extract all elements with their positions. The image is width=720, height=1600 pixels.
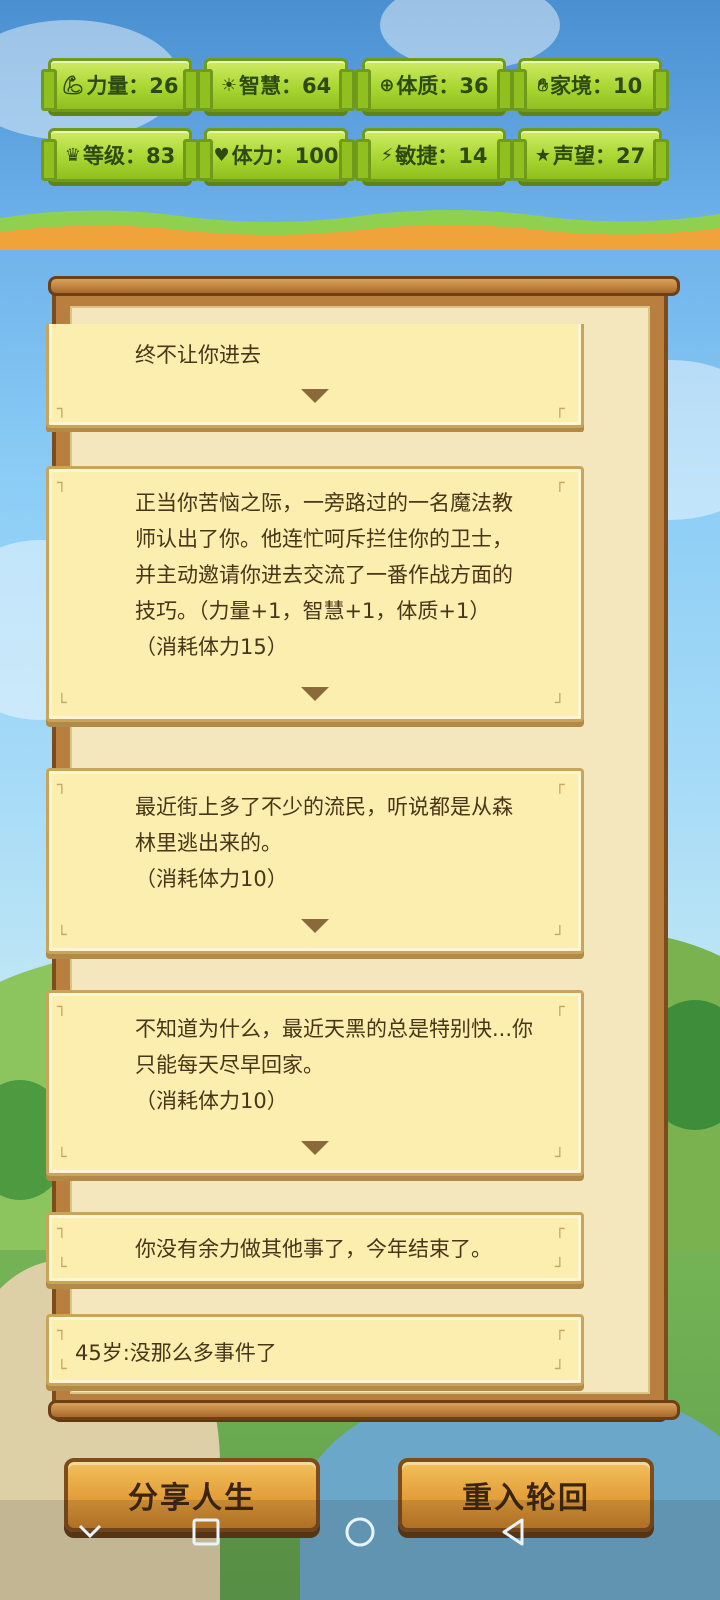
heart-icon: ♥ xyxy=(213,144,230,166)
expand-arrow-icon[interactable] xyxy=(299,917,331,935)
event-text: 你没有余力做其他事了，今年结束了。 xyxy=(135,1237,492,1261)
corner-ornament-icon: └ xyxy=(57,1257,67,1276)
corner-ornament-icon: └ xyxy=(57,693,67,712)
corner-ornament-icon: ┐ xyxy=(57,1321,67,1340)
corner-ornament-icon: ┐ xyxy=(57,997,67,1016)
event-card: ┐ ┌ 最近街上多了不少的流民，听说都是从森 林里逃出来的。 （消耗体力10） … xyxy=(46,768,584,954)
event-card-clipped: 终不让你进去 ┐ ┌ xyxy=(46,324,584,432)
wave-divider xyxy=(0,210,720,250)
stat-wisdom: ☀ 智慧：64 xyxy=(197,58,355,112)
expand-arrow-icon[interactable] xyxy=(299,1139,331,1157)
hands-icon: ✋︎ xyxy=(537,74,549,96)
corner-ornament-icon: ┘ xyxy=(555,1257,565,1276)
corner-ornament-icon: ┘ xyxy=(555,1147,565,1166)
stat-stamina: ♥ 体力：100 xyxy=(197,128,355,182)
corner-ornament-icon: ┘ xyxy=(555,925,565,944)
stat-family: ✋︎ 家境：10 xyxy=(511,58,669,112)
stat-reputation: ★ 声望：27 xyxy=(511,128,669,182)
star-icon: ★ xyxy=(534,144,551,166)
stat-label: 声望：27 xyxy=(552,144,646,168)
nav-home-circle-icon[interactable] xyxy=(340,1512,380,1552)
lightbulb-icon: ☀ xyxy=(220,74,237,96)
nav-back-icon[interactable] xyxy=(494,1512,534,1552)
scroll-rod-top xyxy=(48,276,680,296)
event-card: ┐ ┌ 不知道为什么，最近天黑的总是特别快...你 只能每天尽早回家。 （消耗体… xyxy=(46,990,584,1176)
stat-label: 体力：100 xyxy=(231,144,339,168)
corner-ornament-icon: ┐ xyxy=(57,1219,67,1238)
corner-ornament-icon: └ xyxy=(57,925,67,944)
nav-home-square-icon[interactable] xyxy=(186,1512,226,1552)
muscle-icon: 💪︎ xyxy=(61,74,85,96)
corner-ornament-icon: ┘ xyxy=(555,693,565,712)
corner-ornament-icon: ┌ xyxy=(555,399,565,418)
corner-ornament-icon: ┘ xyxy=(555,1359,565,1378)
stat-strength: 💪︎ 力量：26 xyxy=(41,58,199,112)
corner-ornament-icon: └ xyxy=(57,1147,67,1166)
corner-ornament-icon: └ xyxy=(57,1359,67,1378)
age-summary-text: 45岁:没那么多事件了 xyxy=(75,1341,277,1365)
stat-constitution: ⊕ 体质：36 xyxy=(355,58,513,112)
scroll-rod-bottom xyxy=(48,1400,680,1420)
stat-label: 等级：83 xyxy=(82,144,176,168)
age-summary-card: ┐ ┌ 45岁:没那么多事件了 └ ┘ xyxy=(46,1314,584,1386)
crown-icon: ♛ xyxy=(64,144,81,166)
event-text: 正当你苦恼之际，一旁路过的一名魔法教 师认出了你。他连忙呵斥拦住你的卫士， 并主… xyxy=(135,491,513,659)
expand-arrow-icon[interactable] xyxy=(299,387,331,405)
event-text: 终不让你进去 xyxy=(135,343,261,367)
lightning-icon: ⚡︎ xyxy=(380,144,394,166)
stat-label: 敏捷：14 xyxy=(395,144,488,168)
corner-ornament-icon: ┐ xyxy=(57,775,67,794)
event-card: 终不让你进去 ┐ ┌ xyxy=(46,324,584,428)
corner-ornament-icon: ┐ xyxy=(57,473,67,492)
stat-agility: ⚡︎ 敏捷：14 xyxy=(355,128,513,182)
expand-arrow-icon[interactable] xyxy=(299,685,331,703)
event-card: ┐ ┌ 你没有余力做其他事了，今年结束了。 └ ┘ xyxy=(46,1212,584,1284)
event-text: 不知道为什么，最近天黑的总是特别快...你 只能每天尽早回家。 （消耗体力10） xyxy=(135,1017,534,1113)
stat-label: 力量：26 xyxy=(86,74,179,98)
stat-label: 体质：36 xyxy=(396,74,489,98)
nav-collapse-icon[interactable] xyxy=(70,1512,110,1552)
plus-circle-icon: ⊕ xyxy=(379,74,395,96)
stats-panel: 💪︎ 力量：26 ☀ 智慧：64 ⊕ 体质：36 ✋︎ 家境：10 ♛ 等级：8… xyxy=(0,0,720,250)
stat-level: ♛ 等级：83 xyxy=(41,128,199,182)
event-text: 最近街上多了不少的流民，听说都是从森 林里逃出来的。 （消耗体力10） xyxy=(135,795,513,891)
event-card: ┐ ┌ 正当你苦恼之际，一旁路过的一名魔法教 师认出了你。他连忙呵斥拦住你的卫士… xyxy=(46,466,584,722)
stat-label: 智慧：64 xyxy=(238,74,332,98)
stat-label: 家境：10 xyxy=(550,74,643,98)
corner-ornament-icon: ┐ xyxy=(57,399,67,418)
